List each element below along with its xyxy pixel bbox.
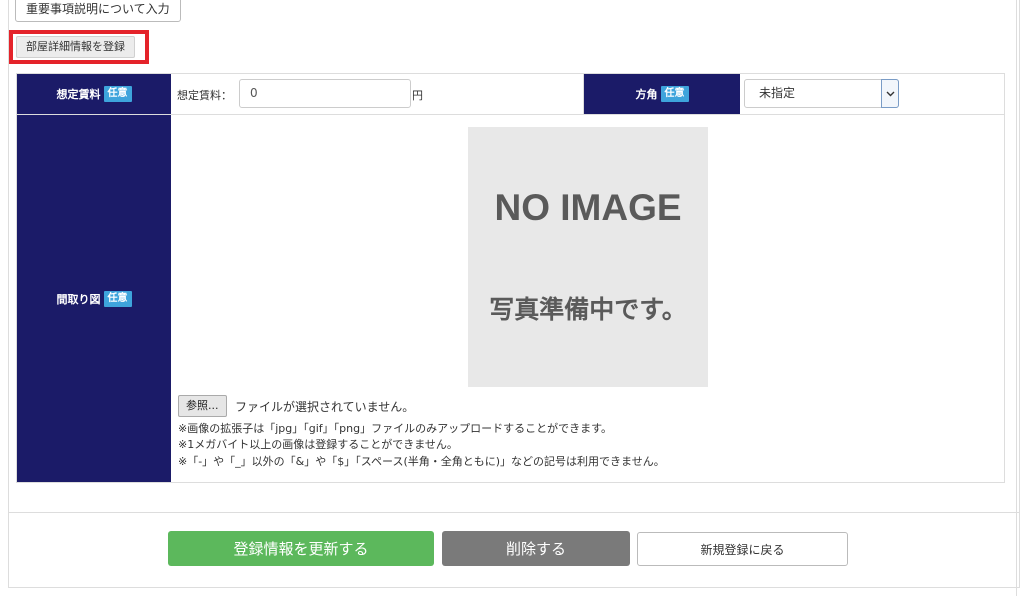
scroll-edge xyxy=(1016,0,1017,596)
no-image-placeholder: NO IMAGE 写真準備中です。 xyxy=(468,127,708,387)
direction-header-label: 方角 xyxy=(635,88,658,101)
rent-unit: 円 xyxy=(412,89,423,102)
optional-badge: 任意 xyxy=(103,86,132,102)
no-image-title: NO IMAGE xyxy=(494,187,682,228)
page: 重要事項説明について入力 部屋詳細情報を登録 想定賃料 任意 想定賃料： 0 円… xyxy=(0,0,1024,596)
browse-file-button[interactable]: 参照... xyxy=(178,395,227,417)
footer-divider xyxy=(9,512,1019,513)
optional-badge: 任意 xyxy=(103,290,132,307)
rent-row: 想定賃料 任意 想定賃料： 0 円 方角 任意 未指定 xyxy=(17,74,1004,115)
direction-select[interactable]: 未指定 xyxy=(744,79,899,108)
floor-plan-header: 間取り図 任意 xyxy=(17,115,171,482)
chevron-down-icon[interactable] xyxy=(881,79,899,108)
direction-header: 方角 任意 xyxy=(583,74,740,114)
floor-plan-row: 間取り図 任意 NO IMAGE 写真準備中です。 参照... ファイルが選択さ… xyxy=(17,115,1004,482)
file-status: ファイルが選択されていません。 xyxy=(235,400,415,414)
no-image-subtitle: 写真準備中です。 xyxy=(489,295,687,324)
rent-header: 想定賃料 任意 xyxy=(17,74,171,114)
room-details-table: 想定賃料 任意 想定賃料： 0 円 方角 任意 未指定 間取り図 任意 NO I… xyxy=(16,73,1005,483)
rent-field-label: 想定賃料： xyxy=(177,89,232,102)
upload-note: ※「-」や「_」以外の「&」や「$」「スペース(半角・全角ともに)」などの記号は… xyxy=(178,455,665,468)
rent-input[interactable]: 0 xyxy=(239,79,411,108)
delete-button[interactable]: 削除する xyxy=(442,531,630,566)
rent-header-label: 想定賃料 xyxy=(56,88,101,101)
back-to-new-registration-button[interactable]: 新規登録に戻る xyxy=(637,532,848,566)
upload-note: ※1メガバイト以上の画像は登録することができません。 xyxy=(178,438,458,451)
direction-selected-value: 未指定 xyxy=(759,86,796,100)
register-room-details-button[interactable]: 部屋詳細情報を登録 xyxy=(16,36,135,58)
upload-note: ※画像の拡張子は「jpg」「gif」「png」ファイルのみアップロードすることが… xyxy=(178,422,612,435)
optional-badge: 任意 xyxy=(660,86,689,102)
important-matters-button[interactable]: 重要事項説明について入力 xyxy=(15,0,181,22)
update-registration-button[interactable]: 登録情報を更新する xyxy=(168,531,434,566)
floor-plan-header-label: 間取り図 xyxy=(56,292,101,306)
